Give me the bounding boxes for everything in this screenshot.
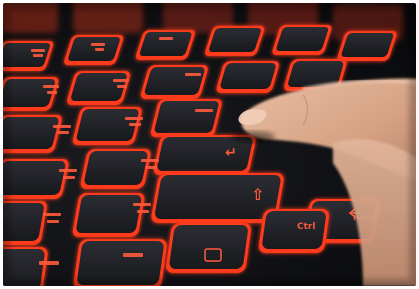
ctrl-label: Ctrl [297,222,315,232]
shift-label: ⇧ [251,185,264,204]
keyboard-photo: ↵ ⇧ Ctrl Home [3,3,416,286]
enter-label: ↵ [225,145,237,161]
keyboard-scene: ↵ ⇧ Ctrl Home [3,3,416,286]
